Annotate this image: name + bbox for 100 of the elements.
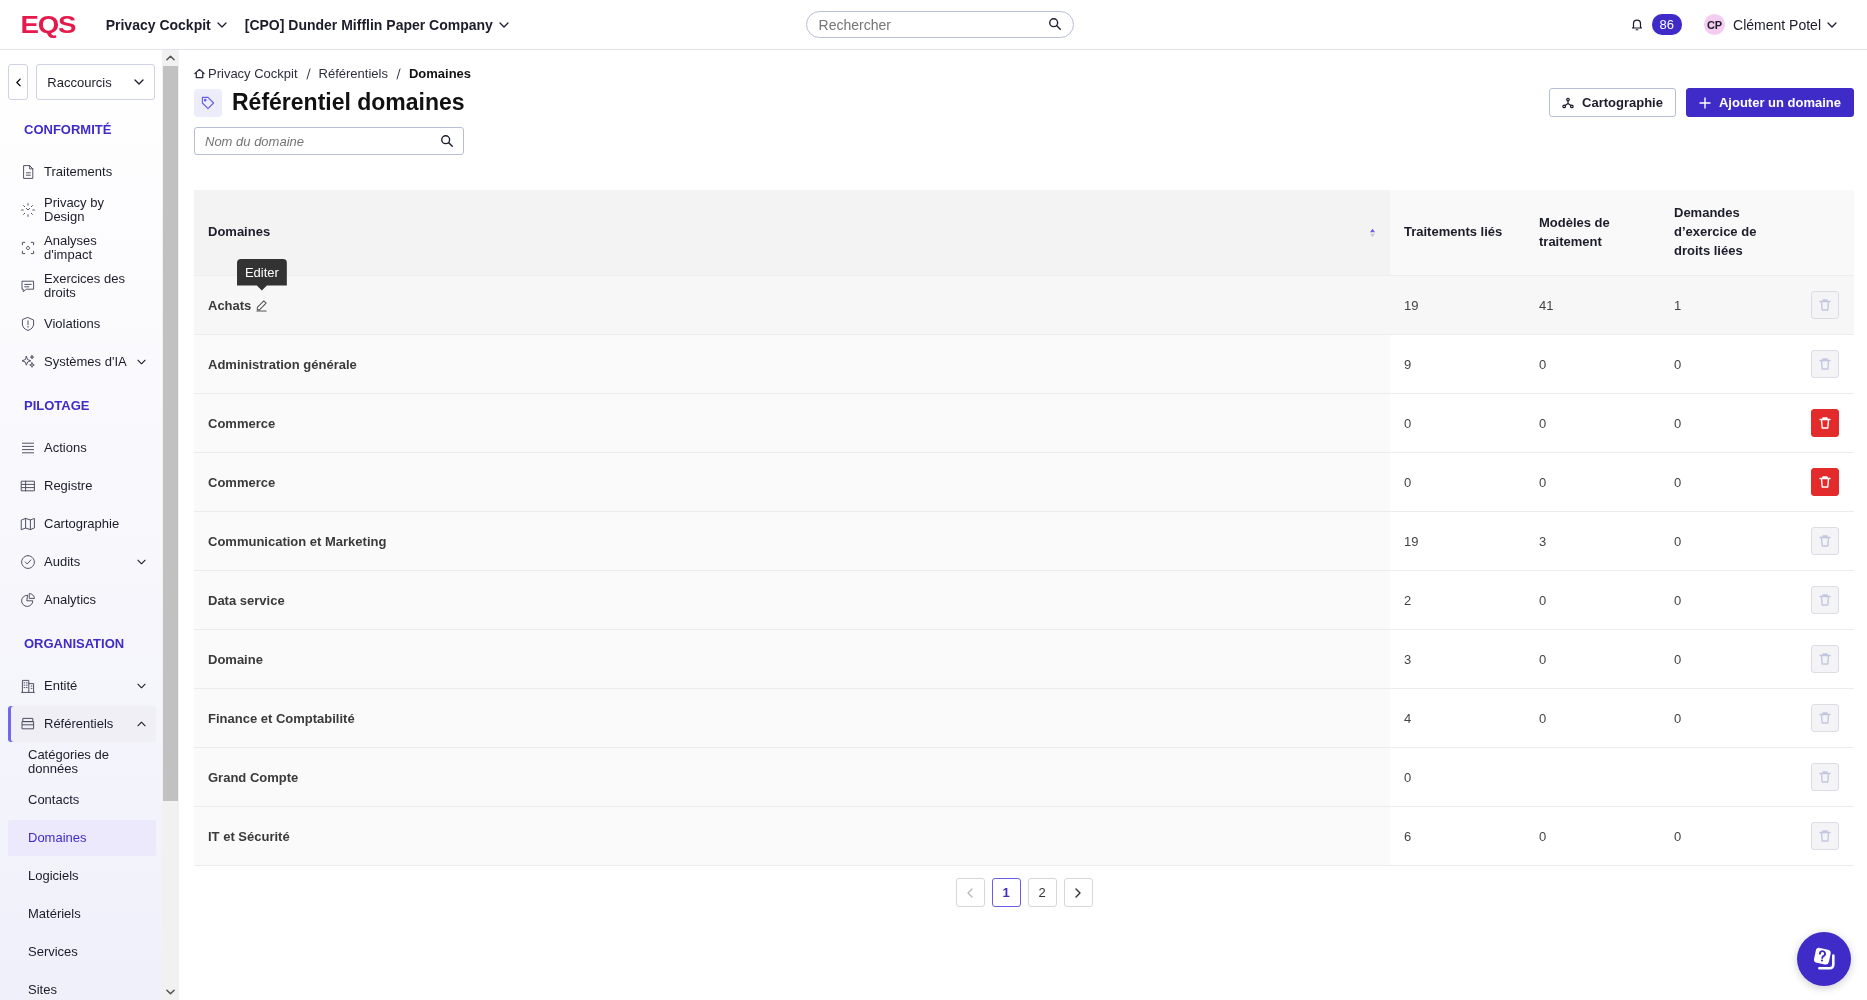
collapse-button[interactable]	[8, 64, 28, 100]
nav-item[interactable]: Actions	[8, 430, 156, 466]
chevron-down-icon	[1827, 21, 1837, 28]
delete-button[interactable]	[1810, 409, 1839, 437]
user-avatar: CP	[1704, 14, 1726, 35]
logo[interactable]: EQS	[20, 10, 76, 39]
network-icon	[1562, 96, 1575, 109]
delete-button[interactable]	[1810, 468, 1839, 496]
nav-item[interactable]: Analyses d'impact	[8, 230, 156, 266]
nav-subitem[interactable]: Contacts	[8, 782, 156, 818]
nav-label: Entité	[44, 678, 79, 694]
building-icon	[20, 678, 36, 694]
table-cell: 0	[1660, 512, 1795, 571]
archive-icon	[20, 716, 36, 732]
nav-subitem[interactable]: Logiciels	[8, 858, 156, 894]
nav-item[interactable]: Exercices des droits	[8, 268, 156, 304]
bell-icon[interactable]	[1629, 17, 1644, 32]
company-menu[interactable]: [CPO] Dunder Mifflin Paper Company	[244, 16, 519, 33]
table-cell: 0	[1660, 571, 1795, 630]
next-page-button[interactable]	[1063, 878, 1093, 907]
nav-item[interactable]: Violations	[8, 306, 156, 342]
nav-item[interactable]: Systèmes d'IA	[8, 344, 156, 380]
table-cell: 3	[1525, 512, 1660, 571]
nav-label: Exercices des droits	[44, 271, 126, 301]
table-cell: 3	[1390, 630, 1525, 689]
chat-icon	[20, 278, 36, 294]
add-button[interactable]: Ajouter un domaine	[1685, 88, 1854, 117]
pencil-icon[interactable]	[255, 298, 269, 312]
page-title: Référentiel domaines	[232, 89, 465, 116]
nav-label: Analytics	[44, 592, 98, 608]
nav-subitem[interactable]: Sites	[8, 972, 156, 1000]
breadcrumb-separator	[395, 67, 401, 80]
column-label: Traitements liés	[1404, 223, 1503, 242]
breadcrumb-link[interactable]: Référentiels	[318, 66, 388, 81]
document-icon	[20, 164, 36, 180]
nav-item[interactable]: Cartographie	[8, 506, 156, 542]
help-button[interactable]	[1797, 932, 1851, 986]
nav-label: Référentiels	[44, 716, 115, 732]
nav-label: Audits	[44, 554, 82, 570]
home-icon	[194, 68, 205, 79]
shortcuts-dropdown[interactable]: Raccourcis	[36, 64, 155, 100]
tag-icon	[194, 88, 222, 117]
table-cell: 2	[1390, 571, 1525, 630]
trash-icon	[1817, 534, 1832, 548]
table-cell: 0	[1660, 630, 1795, 689]
table-cell: 41	[1525, 276, 1660, 335]
page-button[interactable]: 1	[991, 878, 1021, 907]
breadcrumb-link[interactable]: Privacy Cockpit	[208, 66, 298, 81]
nav-label: Cartographie	[44, 516, 121, 532]
nav-subitem[interactable]: Catégories de données	[8, 744, 156, 780]
trash-icon	[1817, 593, 1832, 607]
nav-item[interactable]: Traitements	[8, 154, 156, 190]
user-menu[interactable]: Clément Potel	[1733, 16, 1847, 33]
table-cell: 0	[1660, 807, 1795, 866]
scroll-up-icon[interactable]	[166, 55, 175, 61]
table-cell: 19	[1390, 512, 1525, 571]
table-cell: 0	[1660, 689, 1795, 748]
table-cell: 4	[1390, 689, 1525, 748]
nav-item[interactable]: Audits	[8, 544, 156, 580]
sort-icon[interactable]	[1369, 227, 1376, 238]
nav-label: Actions	[44, 440, 88, 456]
nav-subitem[interactable]: Matériels	[8, 896, 156, 932]
domain-search-field[interactable]: Nom du domaine	[194, 127, 464, 155]
table-cell: 1	[1660, 276, 1795, 335]
scroll-down-icon[interactable]	[166, 989, 175, 995]
tooltip: Editer	[236, 258, 287, 291]
nav-item[interactable]: Analytics	[8, 582, 156, 618]
search-icon[interactable]	[1047, 17, 1062, 31]
nav-subitem[interactable]: Services	[8, 934, 156, 970]
table-cell: 0	[1525, 394, 1660, 453]
nav-label: Systèmes d'IA	[44, 354, 128, 370]
nav-item[interactable]: Entité	[8, 668, 156, 704]
page-button[interactable]: 2	[1027, 878, 1057, 907]
search-icon[interactable]	[440, 134, 454, 148]
domain-name: Data service	[208, 592, 285, 608]
app-menu[interactable]: Privacy Cockpit	[105, 16, 237, 33]
nav-item[interactable]: Registre	[8, 468, 156, 504]
breadcrumb-separator	[305, 67, 311, 80]
domain-name: IT et Sécurité	[208, 828, 290, 844]
nav-label: Registre	[44, 478, 94, 494]
table-cell: 0	[1525, 453, 1660, 512]
trash-icon	[1817, 475, 1832, 489]
table-cell: 0	[1390, 394, 1525, 453]
nav-label: Traitements	[44, 164, 114, 180]
domain-name: Domaine	[208, 651, 263, 667]
nav-item[interactable]: Référentiels	[8, 706, 156, 742]
table-cell: 0	[1390, 748, 1525, 807]
scrollbar[interactable]	[162, 50, 179, 1000]
trash-icon	[1817, 298, 1832, 312]
nav-subitem[interactable]: Domaines	[8, 820, 156, 856]
map-button[interactable]: Cartographie	[1549, 88, 1676, 117]
plus-icon	[1698, 96, 1711, 109]
chevron-right-icon	[1075, 887, 1081, 898]
domain-name: Finance et Comptabilité	[208, 710, 355, 726]
nav-item[interactable]: Privacy by Design	[8, 192, 156, 228]
sparkles-icon	[20, 354, 36, 370]
chevron-left-icon	[967, 887, 973, 898]
trash-icon	[1817, 416, 1832, 430]
pie-chart-icon	[20, 592, 36, 608]
search-field[interactable]: Rechercher	[805, 11, 1074, 38]
